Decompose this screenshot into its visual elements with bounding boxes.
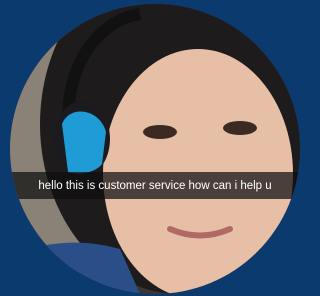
caption-bar: hello this is customer service how can i… — [10, 172, 300, 199]
caller-video-bubble[interactable]: hello this is customer service how can i… — [10, 4, 300, 294]
headset-icon — [54, 101, 110, 177]
caller-video-feed — [10, 4, 300, 294]
video-call-screen: hello this is customer service how can i… — [0, 0, 308, 296]
caption-text: hello this is customer service how can i… — [38, 179, 272, 192]
